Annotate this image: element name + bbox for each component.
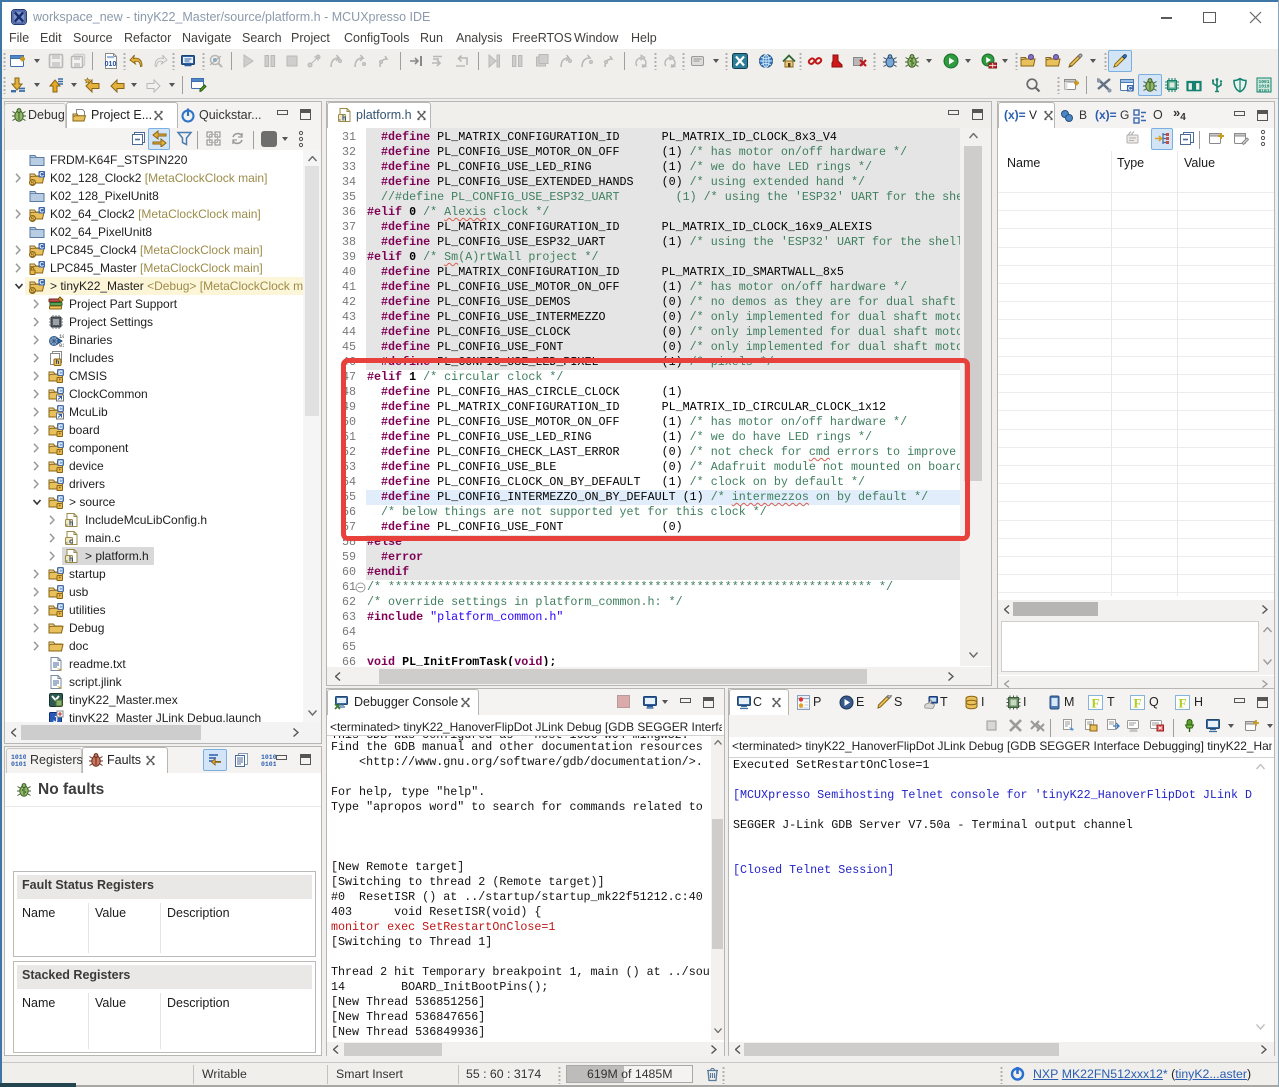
svg-text:.h: .h — [65, 520, 73, 528]
svg-text:h: h — [56, 359, 60, 366]
svg-text:C: C — [39, 280, 44, 287]
svg-text:C: C — [58, 407, 63, 413]
svg-text:C: C — [39, 262, 44, 269]
svg-text:F: F — [1092, 696, 1100, 711]
svg-text:C: C — [39, 208, 44, 215]
svg-text:F: F — [1179, 696, 1187, 711]
svg-text:C: C — [58, 479, 63, 485]
svg-text:0101: 0101 — [11, 761, 26, 768]
svg-text:.h: .h — [338, 115, 346, 123]
svg-text:S: S — [30, 180, 35, 186]
svg-text:.c: .c — [65, 538, 73, 546]
svg-text:F: F — [1134, 696, 1142, 711]
svg-text:1010: 1010 — [261, 754, 276, 761]
svg-text:1010: 1010 — [11, 754, 26, 761]
svg-text:C: C — [1128, 86, 1133, 93]
svg-text:C: C — [58, 389, 63, 395]
svg-text:10: 10 — [59, 333, 64, 340]
svg-text:C: C — [39, 172, 44, 179]
svg-text:010: 010 — [105, 61, 117, 68]
svg-text:C: C — [58, 587, 63, 593]
svg-text:C: C — [58, 425, 63, 431]
svg-text:C: C — [58, 605, 63, 611]
svg-text:.h: .h — [65, 556, 73, 564]
svg-text:S: S — [30, 288, 35, 294]
svg-text:C: C — [58, 461, 63, 467]
svg-text:C: C — [39, 244, 44, 251]
svg-text:C: C — [58, 569, 63, 575]
svg-text:C: C — [58, 371, 63, 377]
svg-text:S: S — [30, 216, 35, 222]
svg-text:C: C — [58, 443, 63, 449]
svg-text:0101: 0101 — [1258, 88, 1269, 93]
svg-text:0101: 0101 — [261, 761, 276, 768]
svg-text:S: S — [30, 252, 35, 258]
svg-text:C: C — [58, 497, 63, 503]
